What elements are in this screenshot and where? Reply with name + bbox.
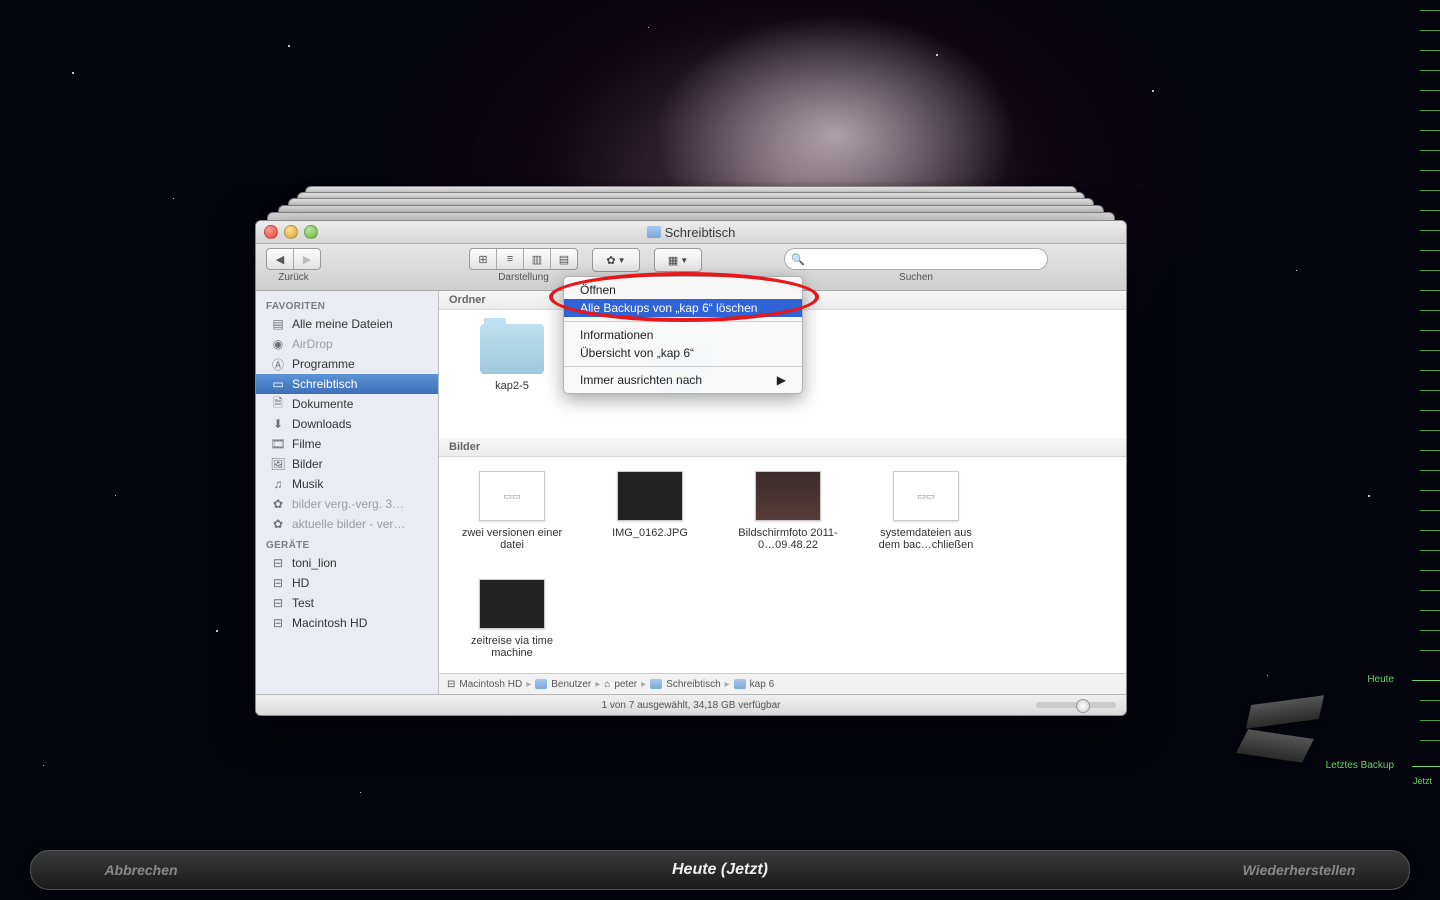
image-thumbnail: ▭▭ <box>893 471 959 521</box>
desktop-icon: ▭ <box>270 377 286 391</box>
icon-view-button[interactable]: ⊞ <box>470 249 497 269</box>
image-item[interactable]: ▭▭zwei versionen einer datei <box>457 471 567 551</box>
downloads-icon: ⬇ <box>270 417 286 431</box>
sidebar-item-pictures[interactable]: 🖼Bilder <box>256 454 438 474</box>
menu-item-open[interactable]: Öffnen <box>564 281 802 299</box>
image-thumbnail <box>755 471 821 521</box>
search-input[interactable]: 🔍 <box>784 248 1048 270</box>
timeline-now-label: Jetzt <box>1413 776 1432 786</box>
sidebar: FAVORITEN ▤Alle meine Dateien ◉AirDrop Ⓐ… <box>256 291 439 694</box>
disk-icon: ⊟ <box>270 576 286 590</box>
window-title: Schreibtisch <box>665 225 736 240</box>
menu-separator <box>564 321 802 322</box>
restore-button[interactable]: Wiederherstellen <box>1189 862 1409 878</box>
nav-arrow-forward[interactable] <box>1236 729 1314 763</box>
search-label: Suchen <box>899 272 933 283</box>
sidebar-header-devices: GERÄTE <box>256 534 438 553</box>
nav-arrow-back[interactable] <box>1246 695 1324 729</box>
menu-separator <box>564 366 802 367</box>
disk-icon: ⊟ <box>270 556 286 570</box>
folder-icon <box>734 679 746 689</box>
search-field[interactable] <box>805 252 1041 266</box>
chevron-right-icon: ▶ <box>777 373 786 387</box>
folder-icon <box>480 324 544 374</box>
disk-icon: ⊟ <box>447 679 455 690</box>
movies-icon: 🎞 <box>270 437 286 451</box>
pictures-icon: 🖼 <box>270 457 286 471</box>
arrange-button[interactable]: ▦▼ <box>654 248 702 272</box>
sidebar-item-airdrop[interactable]: ◉AirDrop <box>256 334 438 354</box>
gear-icon: ✿ <box>270 517 286 531</box>
all-files-icon: ▤ <box>270 317 286 331</box>
sidebar-item-downloads[interactable]: ⬇Downloads <box>256 414 438 434</box>
date-label: Heute (Jetzt) <box>251 861 1189 879</box>
chevron-down-icon: ▼ <box>618 256 626 265</box>
time-machine-timeline[interactable]: Heute Letztes Backup Jetzt <box>1400 0 1440 840</box>
disk-icon: ⊟ <box>270 616 286 630</box>
sidebar-item-movies[interactable]: 🎞Filme <box>256 434 438 454</box>
action-button[interactable]: ✿▼ <box>592 248 640 272</box>
status-bar: 1 von 7 ausgewählt, 34,18 GB verfügbar <box>256 694 1126 715</box>
coverflow-view-button[interactable]: ▤ <box>551 249 577 269</box>
image-thumbnail: ▭▭ <box>479 471 545 521</box>
timeline-today-label: Heute <box>1367 674 1394 685</box>
zoom-slider[interactable] <box>1036 702 1116 708</box>
apps-icon: Ⓐ <box>270 357 286 371</box>
sidebar-item-programs[interactable]: ⒶProgramme <box>256 354 438 374</box>
sidebar-item-smart2[interactable]: ✿aktuelle bilder - ver… <box>256 514 438 534</box>
section-header-images: Bilder <box>439 438 1126 457</box>
sidebar-item-device[interactable]: ⊟Test <box>256 593 438 613</box>
sidebar-item-documents[interactable]: 🗎Dokumente <box>256 394 438 414</box>
image-item[interactable]: IMG_0162.JPG <box>595 471 705 551</box>
sidebar-item-all-files[interactable]: ▤Alle meine Dateien <box>256 314 438 334</box>
forward-button[interactable]: ▶ <box>294 249 320 269</box>
sidebar-item-desktop[interactable]: ▭Schreibtisch <box>256 374 438 394</box>
image-thumbnail <box>479 579 545 629</box>
chevron-down-icon: ▼ <box>680 256 688 265</box>
window-titlebar[interactable]: Schreibtisch <box>256 221 1126 244</box>
folder-icon <box>647 226 661 238</box>
image-item[interactable]: Bildschirmfoto 2011-0…09.48.22 <box>733 471 843 551</box>
time-machine-bottom-bar: Abbrechen Heute (Jetzt) Wiederherstellen <box>30 850 1410 890</box>
nav-buttons[interactable]: ◀ ▶ <box>266 248 321 270</box>
sidebar-item-device[interactable]: ⊟HD <box>256 573 438 593</box>
menu-item-info[interactable]: Informationen <box>564 326 802 344</box>
home-icon: ⌂ <box>604 679 610 690</box>
folder-icon <box>535 679 547 689</box>
sidebar-item-smart1[interactable]: ✿bilder verg.-verg. 3… <box>256 494 438 514</box>
disk-icon: ⊟ <box>270 596 286 610</box>
music-icon: ♫ <box>270 477 286 491</box>
image-item[interactable]: zeitreise via time machine <box>457 579 567 659</box>
folder-icon <box>650 679 662 689</box>
folder-item[interactable]: kap2-5 <box>457 324 567 393</box>
image-thumbnail <box>617 471 683 521</box>
context-menu: Öffnen Alle Backups von „kap 6“ löschen … <box>563 276 803 394</box>
menu-item-delete-backups[interactable]: Alle Backups von „kap 6“ löschen <box>564 299 802 317</box>
image-item[interactable]: ▭▭systemdateien aus dem bac…chließen <box>871 471 981 551</box>
view-label: Darstellung <box>498 272 549 283</box>
documents-icon: 🗎 <box>270 397 286 411</box>
grid-icon: ▦ <box>668 254 678 267</box>
gear-icon: ✿ <box>606 254 615 267</box>
time-machine-nav-arrows <box>1230 690 1350 790</box>
sidebar-item-music[interactable]: ♫Musik <box>256 474 438 494</box>
list-view-button[interactable]: ≡ <box>497 249 524 269</box>
path-bar[interactable]: ⊟Macintosh HD▸ Benutzer▸ ⌂peter▸ Schreib… <box>439 673 1126 694</box>
cancel-button[interactable]: Abbrechen <box>31 862 251 878</box>
gear-icon: ✿ <box>270 497 286 511</box>
nav-label: Zurück <box>278 272 309 283</box>
airdrop-icon: ◉ <box>270 337 286 351</box>
back-button[interactable]: ◀ <box>267 249 294 269</box>
sidebar-header-favorites: FAVORITEN <box>256 295 438 314</box>
sidebar-item-device[interactable]: ⊟toni_lion <box>256 553 438 573</box>
menu-item-align[interactable]: Immer ausrichten nach▶ <box>564 371 802 389</box>
search-icon: 🔍 <box>791 253 805 266</box>
view-buttons[interactable]: ⊞ ≡ ▥ ▤ <box>469 248 578 270</box>
column-view-button[interactable]: ▥ <box>524 249 551 269</box>
menu-item-overview[interactable]: Übersicht von „kap 6“ <box>564 344 802 362</box>
sidebar-item-device[interactable]: ⊟Macintosh HD <box>256 613 438 633</box>
